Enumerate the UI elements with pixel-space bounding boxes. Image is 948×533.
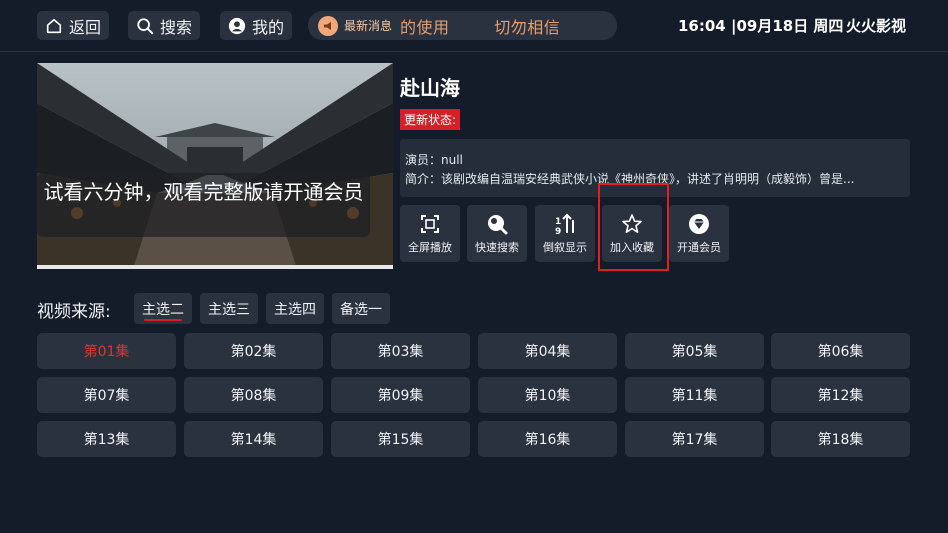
action-label: 开通会员 bbox=[677, 241, 721, 254]
player-progress-track bbox=[37, 265, 393, 269]
episode-label: 第04集 bbox=[524, 344, 571, 360]
episode-label: 第14集 bbox=[230, 432, 277, 448]
svg-text:9: 9 bbox=[555, 227, 561, 236]
top-bar: 返回 搜索 我的 最新消息 的使用 切勿相信 16:04 |09月18日 周四 … bbox=[0, 0, 948, 52]
source-tab-3[interactable]: 主选四 bbox=[266, 293, 324, 324]
episode-label: 第13集 bbox=[83, 432, 130, 448]
action-label: 倒叙显示 bbox=[543, 241, 587, 254]
source-tab-label: 主选三 bbox=[208, 301, 250, 318]
back-label: 返回 bbox=[69, 17, 102, 37]
episode-label: 第05集 bbox=[671, 344, 718, 360]
episode-label: 第01集 bbox=[83, 344, 130, 360]
search-button[interactable]: 搜索 bbox=[128, 11, 201, 40]
episode-label: 第16集 bbox=[524, 432, 571, 448]
news-label: 最新消息 bbox=[344, 19, 393, 33]
episode-button[interactable]: 第18集 bbox=[771, 421, 910, 457]
news-ticker[interactable]: 最新消息 的使用 切勿相信 bbox=[308, 11, 617, 40]
episode-label: 第17集 bbox=[671, 432, 718, 448]
fullscreen-button[interactable]: 全屏播放 bbox=[400, 205, 460, 262]
episode-label: 第06集 bbox=[817, 344, 864, 360]
episode-button[interactable]: 第13集 bbox=[37, 421, 176, 457]
episode-label: 第12集 bbox=[817, 388, 864, 404]
fullscreen-icon bbox=[421, 215, 439, 233]
video-title: 赴山海 bbox=[400, 76, 460, 100]
episode-button[interactable]: 第10集 bbox=[478, 377, 617, 413]
source-tab-label: 备选一 bbox=[340, 301, 382, 318]
user-avatar-icon bbox=[228, 17, 246, 34]
episode-button[interactable]: 第17集 bbox=[625, 421, 764, 457]
svg-text:1: 1 bbox=[555, 217, 561, 227]
back-button[interactable]: 返回 bbox=[37, 11, 110, 40]
source-tab-1[interactable]: 主选二 bbox=[134, 293, 192, 324]
video-player[interactable] bbox=[37, 63, 393, 269]
app-brand: 火火影视 bbox=[846, 17, 907, 35]
reverse-order-icon: 19 bbox=[555, 213, 574, 236]
episode-button[interactable]: 第03集 bbox=[331, 333, 470, 369]
episode-label: 第03集 bbox=[377, 344, 424, 360]
episode-button[interactable]: 第04集 bbox=[478, 333, 617, 369]
clock-date: 16:04 |09月18日 周四 bbox=[678, 17, 844, 35]
actors-text: 演员：null bbox=[405, 153, 463, 167]
source-tab-label: 主选四 bbox=[274, 301, 316, 318]
status-badge: 更新状态: bbox=[400, 109, 461, 130]
vip-button[interactable]: 开通会员 bbox=[669, 205, 729, 262]
source-title: 视频来源: bbox=[37, 302, 111, 322]
trial-notice: 试看六分钟，观看完整版请开通会员 bbox=[37, 173, 370, 237]
source-tab-4[interactable]: 备选一 bbox=[332, 293, 390, 324]
quick-search-icon bbox=[488, 215, 508, 235]
episode-button[interactable]: 第05集 bbox=[625, 333, 764, 369]
episode-button[interactable]: 第01集 bbox=[37, 333, 176, 369]
vip-diamond-icon bbox=[689, 214, 709, 234]
favorite-highlight-box bbox=[598, 183, 669, 271]
episode-label: 第10集 bbox=[524, 388, 571, 404]
episode-label: 第08集 bbox=[230, 388, 277, 404]
episode-button[interactable]: 第11集 bbox=[625, 377, 764, 413]
episode-label: 第15集 bbox=[377, 432, 424, 448]
episode-label: 第02集 bbox=[230, 344, 277, 360]
home-icon bbox=[46, 18, 62, 33]
mine-button[interactable]: 我的 bbox=[220, 11, 293, 40]
video-frame-image bbox=[37, 63, 393, 269]
episode-button[interactable]: 第14集 bbox=[184, 421, 323, 457]
source-tab-label: 主选二 bbox=[142, 301, 184, 318]
episode-button[interactable]: 第02集 bbox=[184, 333, 323, 369]
episode-label: 第09集 bbox=[377, 388, 424, 404]
episode-button[interactable]: 第08集 bbox=[184, 377, 323, 413]
megaphone-icon bbox=[318, 15, 338, 36]
quick-search-button[interactable]: 快速搜索 bbox=[467, 205, 527, 262]
episode-label: 第07集 bbox=[83, 388, 130, 404]
episode-button[interactable]: 第12集 bbox=[771, 377, 910, 413]
action-label: 全屏播放 bbox=[408, 241, 452, 254]
source-tab-2[interactable]: 主选三 bbox=[200, 293, 258, 324]
search-label: 搜索 bbox=[160, 17, 193, 37]
episode-button[interactable]: 第09集 bbox=[331, 377, 470, 413]
episode-button[interactable]: 第16集 bbox=[478, 421, 617, 457]
episode-label: 第18集 bbox=[817, 432, 864, 448]
selected-underline bbox=[144, 319, 182, 321]
episode-button[interactable]: 第07集 bbox=[37, 377, 176, 413]
search-icon bbox=[137, 17, 154, 34]
episode-button[interactable]: 第15集 bbox=[331, 421, 470, 457]
mine-label: 我的 bbox=[252, 17, 285, 37]
episode-label: 第11集 bbox=[671, 388, 718, 404]
news-ticker-text: 的使用 切勿相信 bbox=[400, 17, 561, 37]
action-label: 快速搜索 bbox=[475, 241, 519, 254]
reverse-order-button[interactable]: 19 倒叙显示 bbox=[535, 205, 595, 262]
episode-button[interactable]: 第06集 bbox=[771, 333, 910, 369]
